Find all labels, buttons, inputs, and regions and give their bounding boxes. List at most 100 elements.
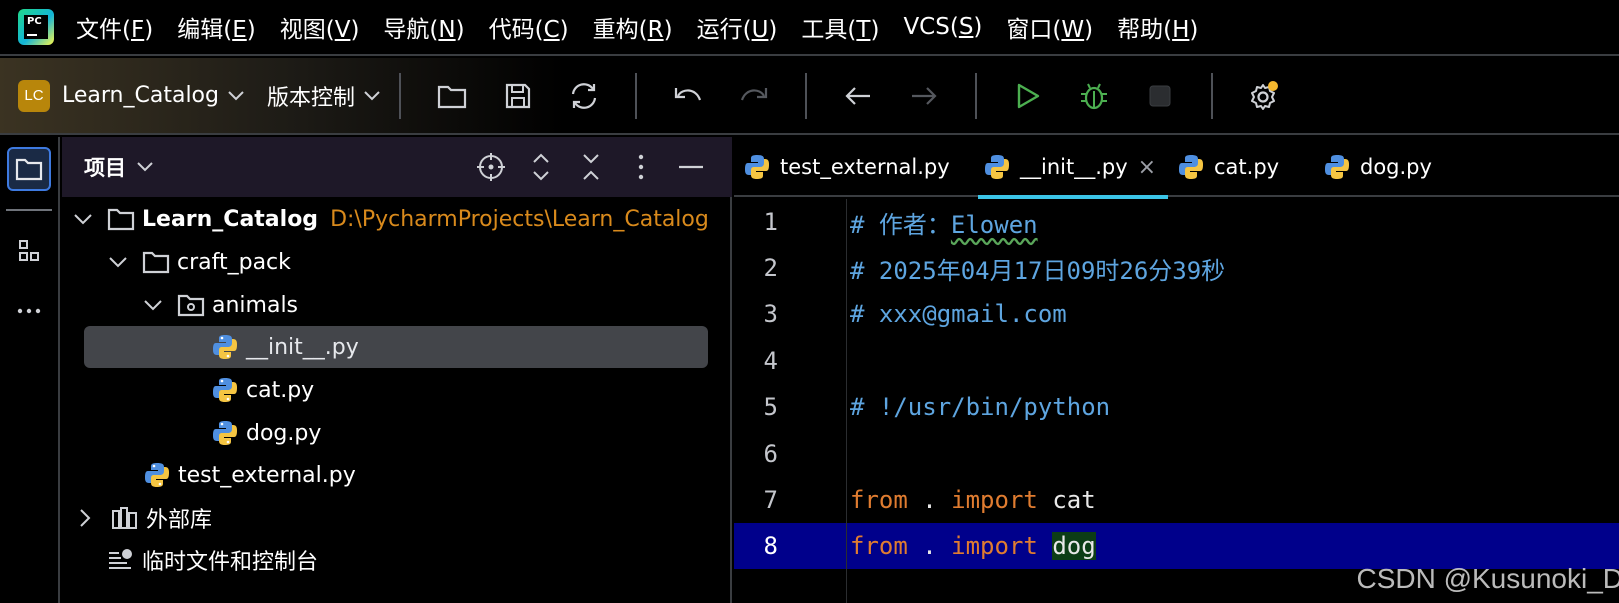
tree-node-animals[interactable]: animals bbox=[62, 284, 732, 326]
hide-minimize-icon[interactable] bbox=[674, 150, 708, 184]
code-editor[interactable]: 1 # 作者：Elowen 2 # 2025年04月17日09时26分39秒 3… bbox=[734, 199, 1619, 603]
tree-node-label: 外部库 bbox=[146, 508, 213, 533]
pycharm-logo-icon[interactable]: PC bbox=[18, 9, 54, 45]
chevron-down-icon[interactable] bbox=[227, 87, 245, 105]
vcs-selector[interactable]: 版本控制 bbox=[267, 80, 355, 112]
tab-label: test_external.py bbox=[780, 155, 950, 179]
editor-tabs: test_external.py __init__.py × cat.py do… bbox=[734, 137, 1619, 199]
close-icon[interactable]: × bbox=[1138, 155, 1156, 180]
project-folder-icon[interactable] bbox=[7, 147, 51, 191]
tab-test-external-py[interactable]: test_external.py bbox=[742, 137, 950, 197]
menu-edit[interactable]: 编辑(E) bbox=[177, 10, 256, 44]
line-number: 3 bbox=[763, 300, 778, 328]
comment-text: # xxx@gmail.com bbox=[850, 300, 1067, 328]
toolbar-separator bbox=[805, 72, 807, 119]
python-file-icon bbox=[982, 152, 1012, 182]
tree-node-project-root[interactable]: Learn_Catalog D:\PycharmProjects\Learn_C… bbox=[62, 198, 732, 240]
project-badge[interactable]: LC bbox=[18, 79, 50, 112]
code-line[interactable]: 5 # !/usr/bin/python bbox=[734, 384, 1619, 430]
project-panel-header: 项目 bbox=[62, 137, 732, 197]
tree-node-label: dog.py bbox=[246, 420, 322, 446]
selection-highlight bbox=[84, 326, 708, 368]
gutter-divider bbox=[846, 199, 847, 603]
comment-author: Elowen bbox=[950, 210, 1038, 239]
project-selector[interactable]: Learn_Catalog bbox=[62, 83, 219, 108]
tab-cat-py[interactable]: cat.py bbox=[1176, 137, 1279, 197]
tree-node-label: test_external.py bbox=[178, 462, 356, 488]
run-icon[interactable] bbox=[1004, 72, 1052, 120]
tree-node-label: cat.py bbox=[246, 377, 315, 403]
tree-node-label: __init__.py bbox=[246, 334, 359, 360]
more-ellipsis-icon[interactable] bbox=[7, 289, 51, 333]
python-file-icon bbox=[742, 152, 772, 182]
code-line[interactable]: 2 # 2025年04月17日09时26分39秒 bbox=[734, 245, 1619, 291]
menu-run[interactable]: 运行(U) bbox=[697, 10, 778, 44]
code-line[interactable]: 3 # xxx@gmail.com bbox=[734, 291, 1619, 337]
tab-label: cat.py bbox=[1214, 155, 1280, 179]
python-file-icon bbox=[210, 418, 240, 448]
structure-icon[interactable] bbox=[7, 229, 51, 273]
code-line[interactable]: 7 from . import cat bbox=[734, 477, 1619, 523]
tree-node-cat-py[interactable]: cat.py bbox=[62, 369, 732, 411]
tab-dog-py[interactable]: dog.py bbox=[1322, 137, 1432, 197]
chevron-down-icon[interactable] bbox=[107, 251, 129, 273]
code-line[interactable]: 1 # 作者：Elowen bbox=[734, 199, 1619, 245]
tree-node-test-external-py[interactable]: test_external.py bbox=[62, 454, 732, 496]
menu-file[interactable]: 文件(F) bbox=[76, 10, 153, 44]
tool-window-strip bbox=[0, 137, 60, 603]
tree-node-init-py[interactable]: __init__.py bbox=[62, 326, 732, 368]
library-icon bbox=[110, 503, 140, 533]
strip-separator bbox=[6, 209, 52, 211]
menu-navigate[interactable]: 导航(N) bbox=[383, 10, 464, 44]
collapse-all-icon[interactable] bbox=[574, 150, 608, 184]
undo-icon[interactable] bbox=[664, 72, 712, 120]
code-line[interactable]: 4 bbox=[734, 338, 1619, 384]
tree-node-label: animals bbox=[212, 292, 299, 318]
save-icon[interactable] bbox=[494, 72, 542, 120]
tab-init-py[interactable]: __init__.py × bbox=[978, 137, 1168, 199]
dot-token: . bbox=[907, 486, 952, 514]
sync-icon[interactable] bbox=[560, 72, 608, 120]
tree-node-external-libraries[interactable]: 外部库 bbox=[62, 497, 732, 539]
comment-text: # 2025年04月17日09时26分39秒 bbox=[850, 256, 1226, 285]
menu-window[interactable]: 窗口(W) bbox=[1006, 10, 1093, 44]
back-arrow-icon[interactable] bbox=[834, 72, 882, 120]
tab-label: dog.py bbox=[1360, 155, 1432, 179]
code-line[interactable]: 6 bbox=[734, 431, 1619, 477]
settings-gear-icon[interactable] bbox=[1240, 72, 1288, 120]
keyword-from: from bbox=[850, 486, 908, 514]
panel-title[interactable]: 项目 bbox=[84, 152, 126, 182]
logo-text: PC bbox=[27, 16, 42, 27]
redo-icon bbox=[730, 72, 778, 120]
watermark: CSDN @Kusunoki_D bbox=[1356, 563, 1619, 594]
chevron-down-icon[interactable] bbox=[72, 208, 94, 230]
open-folder-icon[interactable] bbox=[428, 72, 476, 120]
tree-node-scratches-consoles[interactable]: 临时文件和控制台 bbox=[62, 539, 732, 581]
expand-all-icon[interactable] bbox=[524, 150, 558, 184]
comment-text: # !/usr/bin/python bbox=[850, 393, 1111, 421]
menu-code[interactable]: 代码(C) bbox=[489, 10, 569, 44]
menu-view[interactable]: 视图(V) bbox=[280, 10, 360, 44]
menu-help[interactable]: 帮助(H) bbox=[1117, 10, 1198, 44]
chevron-right-icon[interactable] bbox=[74, 507, 96, 529]
tree-node-label: craft_pack bbox=[177, 249, 291, 275]
debug-bug-icon[interactable] bbox=[1070, 72, 1118, 120]
project-path-hint: D:\PycharmProjects\Learn_Catalog bbox=[330, 206, 709, 232]
tree-node-label: 临时文件和控制台 bbox=[142, 550, 319, 575]
menu-tools[interactable]: 工具(T) bbox=[801, 10, 879, 44]
dot-token: . bbox=[907, 532, 952, 560]
main-toolbar: LC Learn_Catalog 版本控制 bbox=[0, 58, 1619, 135]
chevron-down-icon[interactable] bbox=[363, 87, 381, 105]
locate-target-icon[interactable] bbox=[474, 150, 508, 184]
options-kebab-icon[interactable] bbox=[624, 150, 658, 184]
import-name-highlighted: dog bbox=[1052, 532, 1096, 560]
python-file-icon bbox=[142, 460, 172, 490]
menu-vcs[interactable]: VCS(S) bbox=[903, 14, 982, 40]
tree-node-dog-py[interactable]: dog.py bbox=[62, 412, 732, 454]
menu-refactor[interactable]: 重构(R) bbox=[593, 10, 673, 44]
tree-node-craft-pack[interactable]: craft_pack bbox=[62, 241, 732, 283]
chevron-down-icon[interactable] bbox=[142, 294, 164, 316]
menu-bar: PC 文件(F) 编辑(E) 视图(V) 导航(N) 代码(C) 重构(R) 运… bbox=[0, 0, 1619, 56]
line-number: 6 bbox=[763, 440, 778, 468]
chevron-down-icon[interactable] bbox=[136, 158, 154, 176]
